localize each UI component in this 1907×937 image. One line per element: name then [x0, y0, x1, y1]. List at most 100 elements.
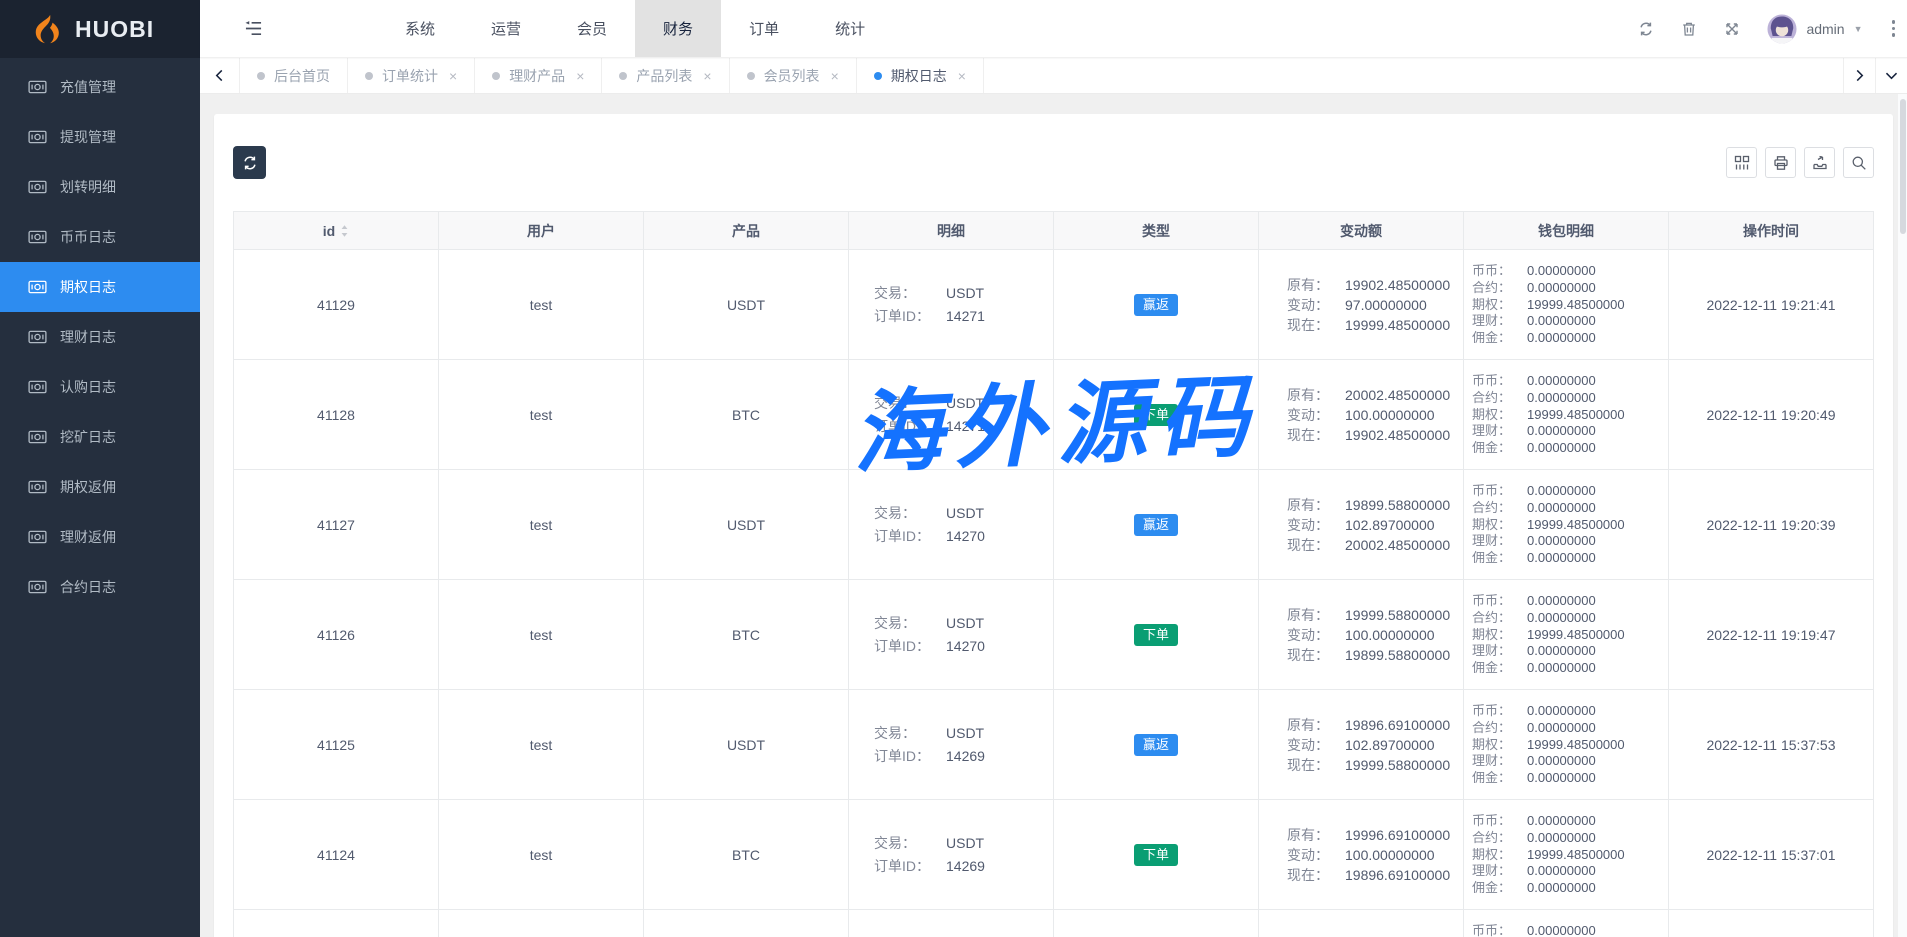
field-value: 19999.48500000: [1527, 627, 1625, 644]
trash-button[interactable]: [1681, 21, 1697, 37]
cell-type: 下单: [1054, 360, 1259, 470]
sidebar-item[interactable]: 划转明细: [0, 162, 200, 212]
sidebar-item[interactable]: 理财日志: [0, 312, 200, 362]
key-value-block: 交易：USDT订单ID：14269: [874, 832, 985, 878]
field-value: 0.00000000: [1527, 643, 1625, 660]
scrollbar-thumb[interactable]: [1900, 99, 1906, 234]
tab-label: 后台首页: [274, 66, 330, 86]
cell-type: 赢返: [1054, 690, 1259, 800]
cell-time: 2022-12-11 19:21:41: [1669, 250, 1874, 360]
column-header-inner: id: [323, 223, 349, 239]
nav-item[interactable]: 会员: [549, 0, 635, 57]
sidebar-item[interactable]: 币币日志: [0, 212, 200, 262]
column-header-label: 产品: [732, 221, 760, 241]
cell-product: USDT: [644, 690, 849, 800]
field-label: 合约：: [1472, 390, 1511, 407]
columns-button[interactable]: [1726, 147, 1757, 178]
tab-close-icon[interactable]: ×: [449, 68, 457, 84]
nav-item[interactable]: 订单: [721, 0, 807, 57]
field-value: 100.00000000: [1345, 405, 1450, 425]
tab-active[interactable]: 期权日志 ×: [857, 58, 984, 93]
export-icon: [1812, 155, 1828, 171]
field-label: 币币：: [1472, 263, 1511, 280]
table-refresh-button[interactable]: [233, 146, 266, 179]
tab-item[interactable]: 后台首页: [240, 58, 348, 93]
search-button[interactable]: [1843, 147, 1874, 178]
column-header[interactable]: id: [234, 212, 439, 250]
field-value: 0.00000000: [1527, 390, 1625, 407]
cell-change: 原有：20002.48500000变动：100.00000000现在：19902…: [1259, 360, 1464, 470]
field-label: 币币：: [1472, 703, 1511, 720]
nav-item[interactable]: 财务: [635, 0, 721, 57]
sidebar-item[interactable]: 期权日志: [0, 262, 200, 312]
kebab-menu-icon[interactable]: [1890, 16, 1898, 41]
chevron-down-icon: [1885, 70, 1898, 81]
cell-type: [1054, 910, 1259, 937]
sidebar-item[interactable]: 提现管理: [0, 112, 200, 162]
tab-status-dot: [257, 72, 265, 80]
sidebar-item[interactable]: 期权返佣: [0, 462, 200, 512]
field-value: 14271: [946, 305, 985, 328]
field-value: 0.00000000: [1527, 313, 1625, 330]
cell-product: USDT: [644, 250, 849, 360]
field-label: 原有：: [1287, 715, 1329, 735]
field-label: 理财：: [1472, 313, 1511, 330]
cell-detail: 交易：USDT订单ID：14270: [849, 580, 1054, 690]
cell-user: test: [439, 360, 644, 470]
tab-close-icon[interactable]: ×: [958, 68, 966, 84]
sidebar-item[interactable]: 合约日志: [0, 562, 200, 612]
refresh-button[interactable]: [1638, 21, 1654, 37]
tab-close-icon[interactable]: ×: [576, 68, 584, 84]
cell-change: 原有：19902.48500000变动：97.00000000现在：19999.…: [1259, 250, 1464, 360]
field-value: 0.00000000: [1527, 330, 1625, 347]
banknote-icon: [28, 280, 47, 294]
nav-item[interactable]: 系统: [377, 0, 463, 57]
column-header: 类型: [1054, 212, 1259, 250]
field-label: 佣金：: [1472, 880, 1511, 897]
user-menu[interactable]: admin ▼: [1767, 14, 1862, 44]
sidebar-item[interactable]: 充值管理: [0, 62, 200, 112]
tab-label: 产品列表: [636, 66, 692, 86]
banknote-icon: [28, 230, 47, 244]
key-value-block: 币币：0.00000000合约：0.00000000期权：19999.48500…: [1472, 483, 1625, 567]
tab-item[interactable]: 理财产品×: [475, 58, 602, 93]
cell-time: 2022-12-11 15:37:01: [1669, 800, 1874, 910]
print-button[interactable]: [1765, 147, 1796, 178]
field-value: 102.89700000: [1345, 515, 1450, 535]
tabs-scroll-right-button[interactable]: [1843, 58, 1875, 93]
sidebar-item[interactable]: 挖矿日志: [0, 412, 200, 462]
tab-item[interactable]: 产品列表 ×: [602, 58, 729, 93]
nav-item[interactable]: 统计: [807, 0, 893, 57]
tabs-scroll-left-button[interactable]: [200, 58, 240, 93]
cell-time: 2022-12-11 19:20:49: [1669, 360, 1874, 470]
field-label: 交易：: [874, 722, 930, 745]
vertical-scrollbar[interactable]: [1898, 94, 1907, 937]
tab-item[interactable]: 会员列表×: [730, 58, 857, 93]
export-button[interactable]: [1804, 147, 1835, 178]
sidebar-item[interactable]: 理财返佣: [0, 512, 200, 562]
tab-item[interactable]: 订单统计×: [348, 58, 475, 93]
table-row: 原有：19899.69100000币币：0.00000000合约：0.00000…: [234, 910, 1874, 937]
fullscreen-button[interactable]: [1724, 21, 1740, 37]
field-value: 19999.48500000: [1527, 297, 1625, 314]
topnav-items: 系统运营会员财务订单统计: [377, 0, 893, 57]
tabs-menu-button[interactable]: [1875, 58, 1907, 93]
tab-close-icon[interactable]: ×: [703, 68, 711, 84]
collapse-menu-button[interactable]: [200, 0, 287, 57]
banknote-icon: [28, 330, 47, 344]
field-value: 100.00000000: [1345, 625, 1450, 645]
tab-label: 期权日志: [891, 66, 947, 86]
chevron-right-icon: [1854, 69, 1865, 82]
field-label: 币币：: [1472, 593, 1511, 610]
field-value: 0.00000000: [1527, 593, 1625, 610]
tabbar-spacer: [984, 58, 1843, 93]
field-value: 0.00000000: [1527, 703, 1625, 720]
sort-carets-icon[interactable]: [340, 224, 349, 238]
cell-wallet: 币币：0.00000000合约：0.00000000期权：19999.48500…: [1464, 800, 1669, 910]
field-value: 19996.69100000: [1345, 825, 1450, 845]
sidebar-item-label: 认购日志: [60, 377, 116, 397]
nav-item[interactable]: 运营: [463, 0, 549, 57]
field-label: 订单ID：: [874, 415, 930, 438]
tab-close-icon[interactable]: ×: [831, 68, 839, 84]
sidebar-item[interactable]: 认购日志: [0, 362, 200, 412]
